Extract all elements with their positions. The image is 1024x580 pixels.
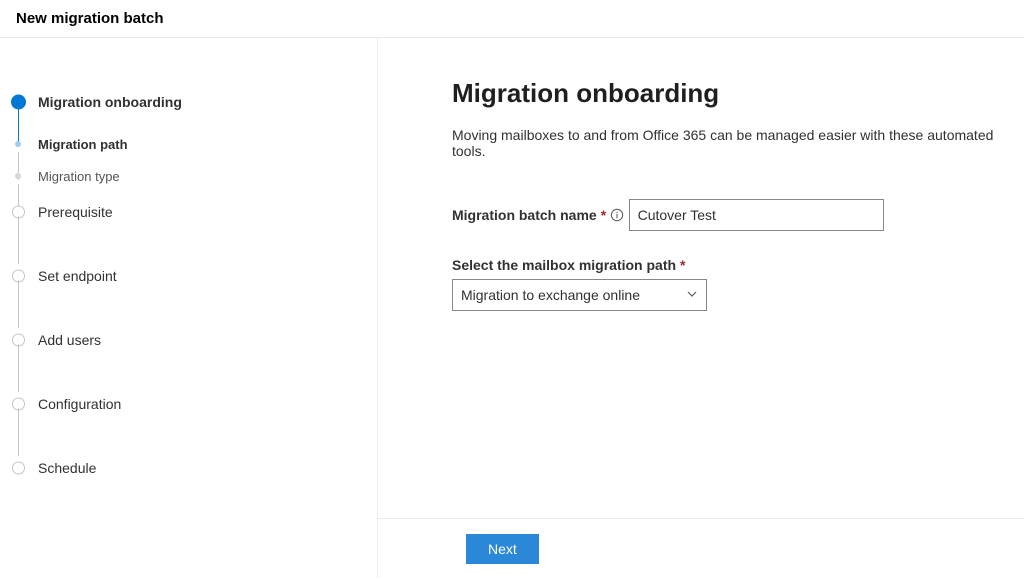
step-connector [18,344,19,392]
step-migration-path[interactable]: Migration path [10,134,367,154]
next-button[interactable]: Next [466,534,539,564]
required-asterisk: * [601,207,606,223]
step-migration-onboarding[interactable]: Migration onboarding [10,88,367,116]
content-description: Moving mailboxes to and from Office 365 … [452,127,1024,159]
step-schedule[interactable]: Schedule [10,454,367,482]
step-set-endpoint[interactable]: Set endpoint [10,262,367,290]
step-connector [18,280,19,328]
step-indicator-icon [15,141,21,147]
step-connector [18,216,19,264]
select-value: Migration to exchange online [461,287,640,303]
step-label: Migration type [38,169,120,184]
migration-path-field-group: Select the mailbox migration path * Migr… [452,257,1024,311]
step-label: Migration onboarding [38,94,182,110]
step-migration-type[interactable]: Migration type [10,166,367,186]
step-label: Configuration [38,396,121,412]
step-label: Set endpoint [38,268,117,284]
step-prerequisite[interactable]: Prerequisite [10,198,367,226]
label-text: Select the mailbox migration path [452,257,676,273]
steps-list: Migration onboarding Migration path Migr… [10,88,367,482]
info-icon[interactable] [610,208,624,222]
chevron-down-icon [686,287,698,303]
step-configuration[interactable]: Configuration [10,390,367,418]
migration-path-label: Select the mailbox migration path * [452,257,686,273]
step-label: Migration path [38,137,128,152]
step-label: Prerequisite [38,204,113,220]
batch-name-field-group: Migration batch name * [452,199,1024,231]
step-label: Schedule [38,460,96,476]
batch-name-label: Migration batch name * [452,207,624,223]
step-indicator-icon [12,462,25,475]
step-indicator-icon [15,173,21,179]
batch-name-input[interactable] [629,199,884,231]
page-title: New migration batch [16,10,1008,27]
step-add-users[interactable]: Add users [10,326,367,354]
step-label: Add users [38,332,101,348]
header: New migration batch [0,0,1024,38]
required-asterisk: * [680,257,685,273]
wizard-sidebar: Migration onboarding Migration path Migr… [0,38,378,578]
footer: Next [378,518,1024,578]
content-heading: Migration onboarding [452,78,1024,109]
migration-path-select[interactable]: Migration to exchange online [452,279,707,311]
label-text: Migration batch name [452,207,597,223]
step-connector [18,408,19,456]
main-content: Migration onboarding Moving mailboxes to… [378,38,1024,578]
